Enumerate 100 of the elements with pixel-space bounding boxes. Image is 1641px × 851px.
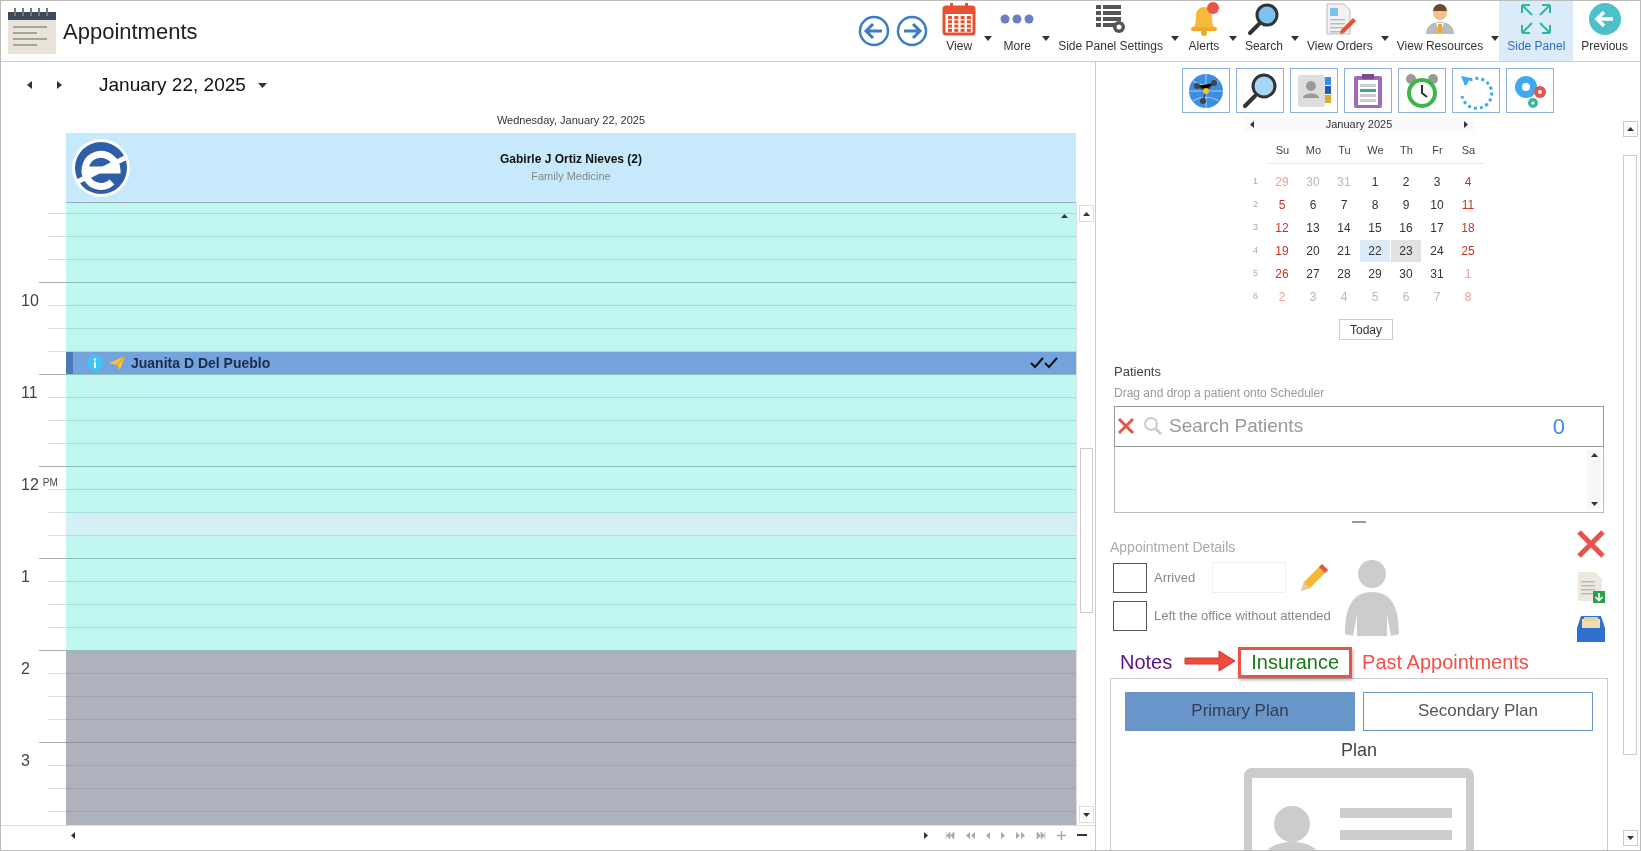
side-tool-button[interactable] <box>1344 68 1392 113</box>
calendar-day[interactable]: 13 <box>1298 216 1328 239</box>
calendar-day[interactable]: 27 <box>1298 262 1328 285</box>
toolbar-button[interactable]: More <box>992 1 1043 61</box>
tab[interactable]: Insurance <box>1238 646 1353 678</box>
scroll-right-arrow-icon[interactable] <box>924 831 928 839</box>
calendar-day[interactable]: 3 <box>1422 170 1452 193</box>
scroll-left-arrow-icon[interactable] <box>71 831 75 839</box>
checkbox[interactable] <box>1113 562 1147 593</box>
calendar-day[interactable]: 26 <box>1267 262 1297 285</box>
close-icon[interactable] <box>1576 528 1606 559</box>
scroll-up-arrow-icon[interactable] <box>1590 452 1598 457</box>
time-slot[interactable] <box>66 697 1076 720</box>
toolbar-button[interactable]: Previous <box>1573 1 1636 61</box>
time-slot[interactable] <box>66 237 1076 260</box>
scroll-down-arrow-icon[interactable] <box>1082 812 1090 817</box>
first-page-icon[interactable] <box>945 831 955 839</box>
calendar-day[interactable]: 2 <box>1391 170 1421 193</box>
calendar-day[interactable]: 12 <box>1267 216 1297 239</box>
calendar-day[interactable]: 22 <box>1360 239 1390 262</box>
previous-month-button[interactable] <box>1250 121 1254 128</box>
time-slot[interactable] <box>66 605 1076 628</box>
time-slot[interactable] <box>66 306 1076 329</box>
calendar-day[interactable]: 18 <box>1453 216 1483 239</box>
tab[interactable]: Notes <box>1110 646 1183 678</box>
calendar-day[interactable]: 10 <box>1422 193 1452 216</box>
calendar-day[interactable]: 15 <box>1360 216 1390 239</box>
calendar-day[interactable]: 8 <box>1360 193 1390 216</box>
calendar-day[interactable]: 23 <box>1391 239 1421 262</box>
forward-button[interactable] <box>896 15 929 47</box>
toolbar-button[interactable]: View Resources <box>1388 1 1492 61</box>
calendar-day[interactable]: 6 <box>1298 193 1328 216</box>
scroll-down-arrow-icon[interactable] <box>1590 501 1598 506</box>
calendar-day[interactable]: 11 <box>1453 193 1483 216</box>
dropdown-caret-icon[interactable] <box>1380 36 1389 41</box>
side-tool-button[interactable] <box>1182 68 1230 113</box>
time-slot[interactable] <box>66 674 1076 697</box>
toolbar-button[interactable]: View Orders <box>1298 1 1381 61</box>
time-slot[interactable] <box>66 283 1076 306</box>
previous-icon[interactable] <box>986 831 990 839</box>
plus-icon[interactable] <box>1057 830 1066 840</box>
time-slot[interactable] <box>66 720 1076 743</box>
dropdown-caret-icon[interactable] <box>1228 36 1237 41</box>
calendar-day[interactable]: 14 <box>1329 216 1359 239</box>
dropdown-caret-icon[interactable] <box>984 36 993 41</box>
calendar-day[interactable]: 20 <box>1298 239 1328 262</box>
time-slot[interactable] <box>66 536 1076 559</box>
back-button[interactable] <box>858 15 891 47</box>
dropdown-caret-icon[interactable] <box>1170 36 1179 41</box>
time-slot[interactable] <box>66 766 1076 789</box>
dropdown-caret-icon[interactable] <box>1491 36 1500 41</box>
time-slot[interactable] <box>66 559 1076 582</box>
time-slot[interactable] <box>66 651 1076 674</box>
inbox-tray-icon[interactable] <box>1576 614 1606 643</box>
toolbar-button[interactable]: Side Panel Settings <box>1050 1 1171 61</box>
next-icon[interactable] <box>1001 831 1005 839</box>
time-slot[interactable] <box>66 467 1076 490</box>
side-tool-button[interactable] <box>1236 68 1284 113</box>
time-slot[interactable] <box>66 375 1076 398</box>
plan-toggle[interactable]: Primary Plan <box>1125 691 1355 731</box>
time-slot[interactable] <box>66 743 1076 766</box>
toolbar-button[interactable]: Search <box>1236 1 1291 61</box>
time-slot[interactable] <box>66 421 1076 444</box>
side-tool-button[interactable] <box>1290 68 1338 113</box>
date-picker[interactable]: January 22, 2025 <box>99 70 267 100</box>
time-slot[interactable] <box>66 628 1076 651</box>
side-panel-scrollbar[interactable] <box>1620 121 1640 846</box>
next-page-icon[interactable] <box>1016 831 1025 839</box>
calendar-day[interactable]: 31 <box>1422 262 1452 285</box>
calendar-day[interactable]: 5 <box>1267 193 1297 216</box>
tab[interactable]: Past Appointments <box>1352 646 1539 678</box>
dropdown-caret-icon[interactable] <box>1042 36 1051 41</box>
previous-page-icon[interactable] <box>966 831 975 839</box>
search-field[interactable]: Search Patients <box>1169 411 1553 441</box>
calendar-day[interactable]: 29 <box>1360 262 1390 285</box>
dropdown-caret-icon[interactable] <box>1290 36 1299 41</box>
next-month-button[interactable] <box>1464 121 1468 128</box>
calendar-day[interactable]: 24 <box>1422 239 1452 262</box>
time-slot[interactable] <box>66 582 1076 605</box>
calendar-day[interactable]: 16 <box>1391 216 1421 239</box>
time-slot[interactable] <box>66 490 1076 513</box>
time-slot[interactable] <box>66 398 1076 421</box>
calendar-day[interactable]: 28 <box>1329 262 1359 285</box>
calendar-day[interactable]: 25 <box>1453 239 1483 262</box>
time-slot[interactable] <box>66 444 1076 467</box>
scroll-up-arrow-icon[interactable] <box>1082 211 1090 216</box>
scroll-down-arrow-icon[interactable] <box>1626 836 1634 840</box>
time-slot[interactable] <box>66 789 1076 812</box>
vertical-scrollbar[interactable] <box>1076 203 1095 825</box>
calendar-day[interactable]: 7 <box>1329 193 1359 216</box>
scroll-up-arrow-icon[interactable] <box>1626 127 1634 131</box>
calendar-day[interactable]: 9 <box>1391 193 1421 216</box>
toolbar-button[interactable]: Alerts <box>1178 1 1229 61</box>
calendar-day[interactable]: 17 <box>1422 216 1452 239</box>
today-button[interactable]: Today <box>1339 319 1393 340</box>
calendar-day[interactable]: 30 <box>1391 262 1421 285</box>
clear-icon[interactable] <box>1117 417 1135 435</box>
calendar-day[interactable]: 21 <box>1329 239 1359 262</box>
scroll-thumb[interactable] <box>1623 155 1637 755</box>
document-download-icon[interactable] <box>1576 570 1606 603</box>
